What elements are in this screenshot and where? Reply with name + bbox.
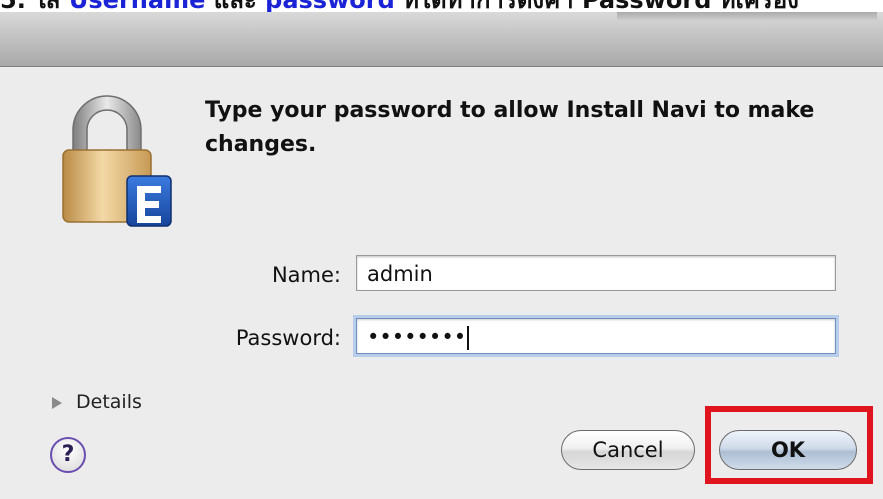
help-button[interactable]: ? — [50, 437, 86, 473]
name-label: Name: — [271, 263, 341, 287]
password-value: •••••••• — [367, 325, 467, 349]
lock-icon — [55, 90, 173, 234]
details-disclosure[interactable]: Details — [52, 391, 142, 413]
cancel-button[interactable]: Cancel — [561, 430, 695, 470]
disclosure-triangle-icon[interactable] — [52, 396, 62, 409]
titlebar-artifact — [617, 12, 877, 20]
name-field[interactable]: admin — [356, 255, 836, 291]
dialog-message: Type your password to allow Install Navi… — [205, 98, 815, 157]
dialog-titlebar — [0, 12, 883, 67]
text-caret — [467, 326, 470, 350]
name-value: admin — [367, 262, 433, 286]
ok-highlight-box — [705, 406, 873, 484]
password-field[interactable]: •••••••• — [356, 318, 836, 354]
password-label: Password: — [235, 326, 341, 350]
details-label: Details — [76, 391, 142, 413]
